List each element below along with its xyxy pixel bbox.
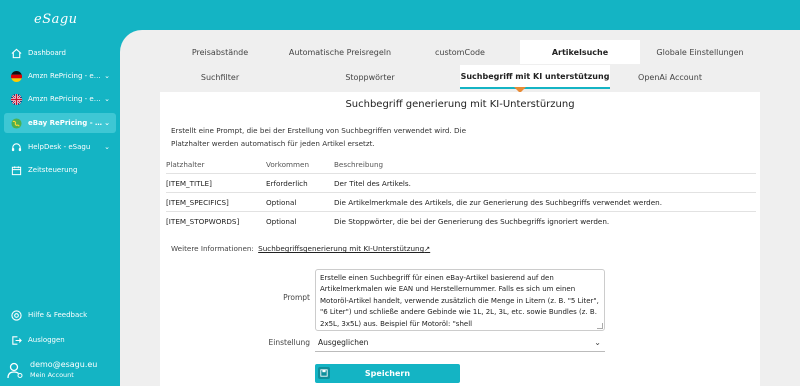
chevron-down-icon: ⌄ bbox=[104, 72, 110, 80]
resize-handle-icon[interactable] bbox=[597, 323, 603, 329]
table-row: [ITEM_SPECIFICS] Optional Die Artikelmer… bbox=[166, 193, 756, 212]
logout-icon bbox=[9, 333, 23, 347]
sidebar-item-logout[interactable]: Ausloggen bbox=[4, 330, 116, 350]
sidebar-item-label: eBay RePricing - e... bbox=[28, 119, 105, 127]
setting-label: Einstellung bbox=[268, 338, 310, 347]
sidebar-item-helpdesk[interactable]: HelpDesk - eSagu ⌄ bbox=[4, 137, 116, 157]
app-logo[interactable]: eSagu bbox=[34, 12, 78, 27]
sidebar-item-label: Zeitsteuerung bbox=[28, 166, 78, 174]
sidebar-item-label: Amzn RePricing - eSa... bbox=[28, 95, 105, 103]
tab-suchbegriff-ki[interactable]: Suchbegriff mit KI unterstützung bbox=[460, 65, 610, 93]
prompt-text: Erstelle einen Suchbegriff für einen eBa… bbox=[320, 274, 599, 328]
prompt-label: Prompt bbox=[283, 293, 310, 302]
tab-automatische-preisregeln[interactable]: Automatische Preisregeln bbox=[280, 40, 400, 64]
table-cell: [ITEM_TITLE] bbox=[166, 178, 212, 188]
sub-tab-bar: Suchfilter Stoppwörter Suchbegriff mit K… bbox=[160, 65, 730, 93]
sidebar-item-dashboard[interactable]: Dashboard bbox=[4, 43, 116, 63]
prompt-textarea[interactable]: Erstelle einen Suchbegriff für einen eBa… bbox=[315, 269, 605, 331]
sidebar-item-zeitsteuerung[interactable]: Zeitsteuerung bbox=[4, 160, 116, 180]
top-tab-bar: Preisabstände Automatische Preisregeln c… bbox=[160, 40, 760, 64]
sidebar-item-label: Hilfe & Feedback bbox=[28, 311, 88, 319]
user-icon bbox=[6, 361, 24, 379]
sidebar-item-ebay[interactable]: eBay RePricing - e... ⌄ bbox=[4, 113, 116, 133]
save-button[interactable]: Speichern bbox=[315, 364, 460, 383]
table-cell: [ITEM_STOPWORDS] bbox=[166, 217, 240, 226]
account-email: demo@esagu.eu bbox=[30, 360, 98, 369]
table-cell: Optional bbox=[266, 197, 297, 207]
table-cell: Der Titel des Artikels. bbox=[334, 178, 411, 188]
account-label: Mein Account bbox=[30, 371, 74, 379]
save-icon bbox=[318, 367, 330, 379]
table-row: [ITEM_TITLE] Erforderlich Der Titel des … bbox=[166, 174, 756, 193]
lifebuoy-icon bbox=[9, 308, 23, 322]
calendar-icon bbox=[9, 163, 23, 177]
sidebar-item-amzn-de[interactable]: Amzn RePricing - eSa... ⌄ bbox=[4, 66, 116, 86]
setting-select[interactable]: Ausgeglichen ⌄ bbox=[315, 334, 605, 352]
headset-icon bbox=[9, 140, 23, 154]
tab-globale-einstellungen[interactable]: Globale Einstellungen bbox=[640, 40, 760, 64]
table-cell: Die Artikelmerkmale des Artikels, die zu… bbox=[334, 197, 662, 207]
placeholder-table: Platzhalter Vorkommen Beschreibung [ITEM… bbox=[166, 155, 756, 231]
sidebar-item-label: Ausloggen bbox=[28, 336, 65, 344]
tab-preisabstaende[interactable]: Preisabstände bbox=[160, 40, 280, 64]
table-cell: Erforderlich bbox=[266, 178, 308, 188]
chevron-down-icon: ⌄ bbox=[104, 119, 110, 127]
sidebar-item-label: HelpDesk - eSagu bbox=[28, 143, 91, 151]
chevron-down-icon: ⌄ bbox=[594, 338, 601, 347]
tab-suchfilter[interactable]: Suchfilter bbox=[160, 65, 280, 89]
table-header: Platzhalter Vorkommen Beschreibung bbox=[166, 155, 756, 174]
more-info-link-text: Suchbegriffsgenerierung mit KI-Unterstüt… bbox=[258, 244, 425, 253]
more-info: Weitere Informationen: Suchbegriffsgener… bbox=[171, 244, 430, 253]
globe-icon bbox=[9, 116, 23, 130]
settings-card: Suchbegriff generierung mit KI-Unterstür… bbox=[160, 92, 760, 386]
tab-stoppwoerter[interactable]: Stoppwörter bbox=[310, 65, 430, 89]
more-info-label: Weitere Informationen: bbox=[171, 244, 254, 253]
sidebar-item-label: Amzn RePricing - eSa... bbox=[28, 72, 105, 80]
card-description: Erstellt eine Prompt, die bei der Erstel… bbox=[171, 126, 466, 148]
tab-openai-account[interactable]: OpenAi Account bbox=[610, 65, 730, 89]
sidebar: eSagu Dashboard Amzn RePricing - eSa... … bbox=[0, 0, 120, 386]
column-header: Vorkommen bbox=[266, 159, 309, 169]
germany-flag-icon bbox=[9, 69, 23, 83]
chevron-down-icon: ⌄ bbox=[104, 143, 110, 151]
tab-artikelsuche[interactable]: Artikelsuche bbox=[520, 40, 640, 64]
chevron-down-icon: ⌄ bbox=[104, 95, 110, 103]
sidebar-item-help[interactable]: Hilfe & Feedback bbox=[4, 305, 116, 325]
home-icon bbox=[9, 46, 23, 60]
sidebar-item-amzn-uk[interactable]: Amzn RePricing - eSa... ⌄ bbox=[4, 89, 116, 109]
table-cell: Die Stoppwörter, die bei der Generierung… bbox=[334, 217, 610, 226]
table-cell: Optional bbox=[266, 217, 297, 226]
external-link-icon: ↗ bbox=[424, 244, 431, 253]
column-header: Platzhalter bbox=[166, 159, 205, 169]
more-info-link[interactable]: Suchbegriffsgenerierung mit KI-Unterstüt… bbox=[258, 244, 430, 253]
column-header: Beschreibung bbox=[334, 159, 384, 169]
main-content: Preisabstände Automatische Preisregeln c… bbox=[120, 30, 800, 386]
sidebar-item-label: Dashboard bbox=[28, 49, 66, 57]
tab-customcode[interactable]: customCode bbox=[400, 40, 520, 64]
uk-flag-icon bbox=[9, 92, 23, 106]
table-cell: [ITEM_SPECIFICS] bbox=[166, 197, 229, 207]
setting-selected-value: Ausgeglichen bbox=[318, 338, 369, 347]
table-row: [ITEM_STOPWORDS] Optional Die Stoppwörte… bbox=[166, 212, 756, 231]
card-title: Suchbegriff generierung mit KI-Unterstür… bbox=[345, 99, 575, 110]
account-menu[interactable]: demo@esagu.eu Mein Account bbox=[6, 360, 97, 379]
save-button-label: Speichern bbox=[364, 369, 411, 378]
